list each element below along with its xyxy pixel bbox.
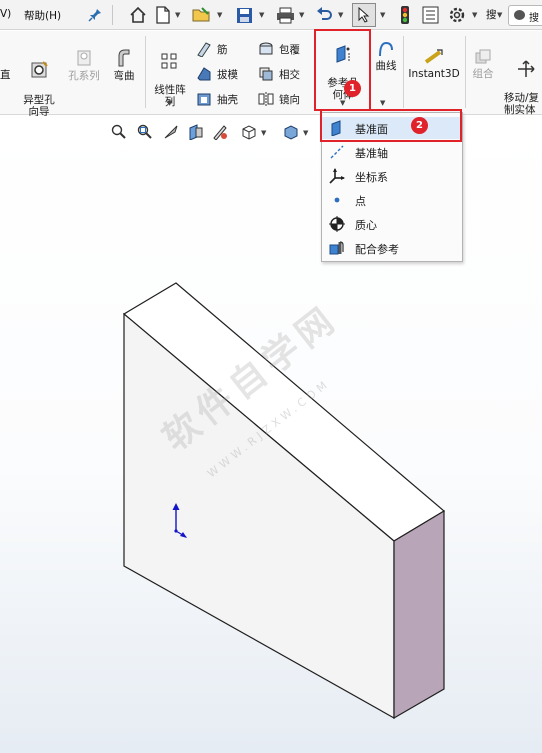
menu-item-label: 质心 <box>355 219 377 232</box>
step2-highlight-frame <box>320 109 462 142</box>
menu-item-axis[interactable]: 基准轴 <box>322 141 462 163</box>
axis-icon <box>330 145 344 159</box>
menu-item-point[interactable]: 点 <box>322 189 462 211</box>
menu-item-label: 点 <box>355 195 366 208</box>
menu-item-coordinate-system[interactable]: 坐标系 <box>322 165 462 187</box>
center-of-mass-icon <box>329 216 345 232</box>
menu-item-mate-reference[interactable]: 配合参考 <box>322 237 462 259</box>
mate-reference-icon <box>329 241 344 255</box>
menu-item-label: 坐标系 <box>355 171 388 184</box>
menu-item-label: 配合参考 <box>355 243 399 256</box>
point-icon <box>334 197 340 203</box>
menu-item-center-of-mass[interactable]: 质心 <box>322 213 462 235</box>
coordinate-system-icon <box>329 168 345 184</box>
block-side-face <box>393 509 445 720</box>
menu-item-label: 基准轴 <box>355 147 388 160</box>
step2-badge: 2 <box>411 117 428 134</box>
